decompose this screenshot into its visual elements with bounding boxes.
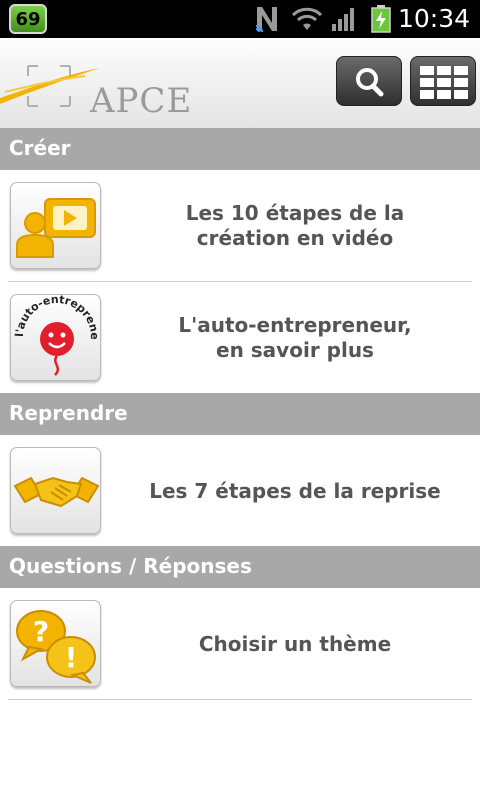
section-header-creer: Créer: [0, 128, 480, 170]
search-icon: [356, 68, 384, 97]
section-header-reprendre: Reprendre: [0, 393, 480, 435]
list-item-label: Choisir un thème: [110, 588, 480, 700]
list-item-label: Les 10 étapes de la création en vidéo: [110, 170, 480, 282]
list-item-choisir-theme[interactable]: ? ! Choisir un thème: [0, 588, 480, 700]
label-line-1: Les 10 étapes de la: [185, 201, 405, 225]
list-item-auto-entrepreneur[interactable]: l'auto-entrepreneur L'auto-entrepreneur,…: [0, 282, 480, 394]
notification-badge: 69: [9, 4, 47, 34]
list-item-label: L'auto-entrepreneur, en savoir plus: [110, 282, 480, 394]
logo-text: APCE: [90, 81, 193, 121]
section-title: Créer: [9, 136, 71, 160]
grid-icon: [420, 66, 468, 99]
battery-charging-icon: [371, 5, 391, 33]
svg-text:!: !: [65, 641, 78, 674]
apce-logo[interactable]: APCE: [0, 58, 200, 121]
label-line-1: Les 7 étapes de la reprise: [149, 478, 441, 503]
list-item-7-etapes-reprise[interactable]: Les 7 étapes de la reprise: [0, 435, 480, 547]
clock: 10:34: [397, 4, 470, 33]
list-item-label: Les 7 étapes de la reprise: [110, 435, 480, 547]
section-title: Reprendre: [9, 401, 128, 425]
menu-grid-button[interactable]: [410, 56, 476, 106]
search-button[interactable]: [336, 56, 402, 106]
handshake-icon: [10, 447, 101, 534]
list-item-10-etapes-video[interactable]: Les 10 étapes de la création en vidéo: [0, 170, 480, 282]
svg-text:?: ?: [33, 615, 49, 648]
app-header: APCE: [0, 38, 480, 128]
notification-count: 69: [15, 9, 41, 30]
section-title: Questions / Réponses: [9, 554, 252, 578]
auto-entrepreneur-logo: l'auto-entrepreneur: [10, 294, 101, 381]
label-line-1: Choisir un thème: [198, 631, 392, 656]
label-line-2: en savoir plus: [216, 338, 374, 362]
n-signal-icon: [255, 7, 277, 33]
video-presenter-icon: [10, 182, 101, 269]
label-line-2: création en vidéo: [196, 226, 394, 250]
question-speech-bubbles-icon: ? !: [10, 600, 101, 687]
label-line-1: L'auto-entrepreneur,: [178, 313, 412, 337]
status-bar: 69 10:34: [0, 0, 480, 38]
section-header-questions-reponses: Questions / Réponses: [0, 546, 480, 588]
wifi-icon: [291, 7, 323, 30]
divider: [8, 699, 472, 700]
cell-signal-icon: [332, 8, 354, 31]
